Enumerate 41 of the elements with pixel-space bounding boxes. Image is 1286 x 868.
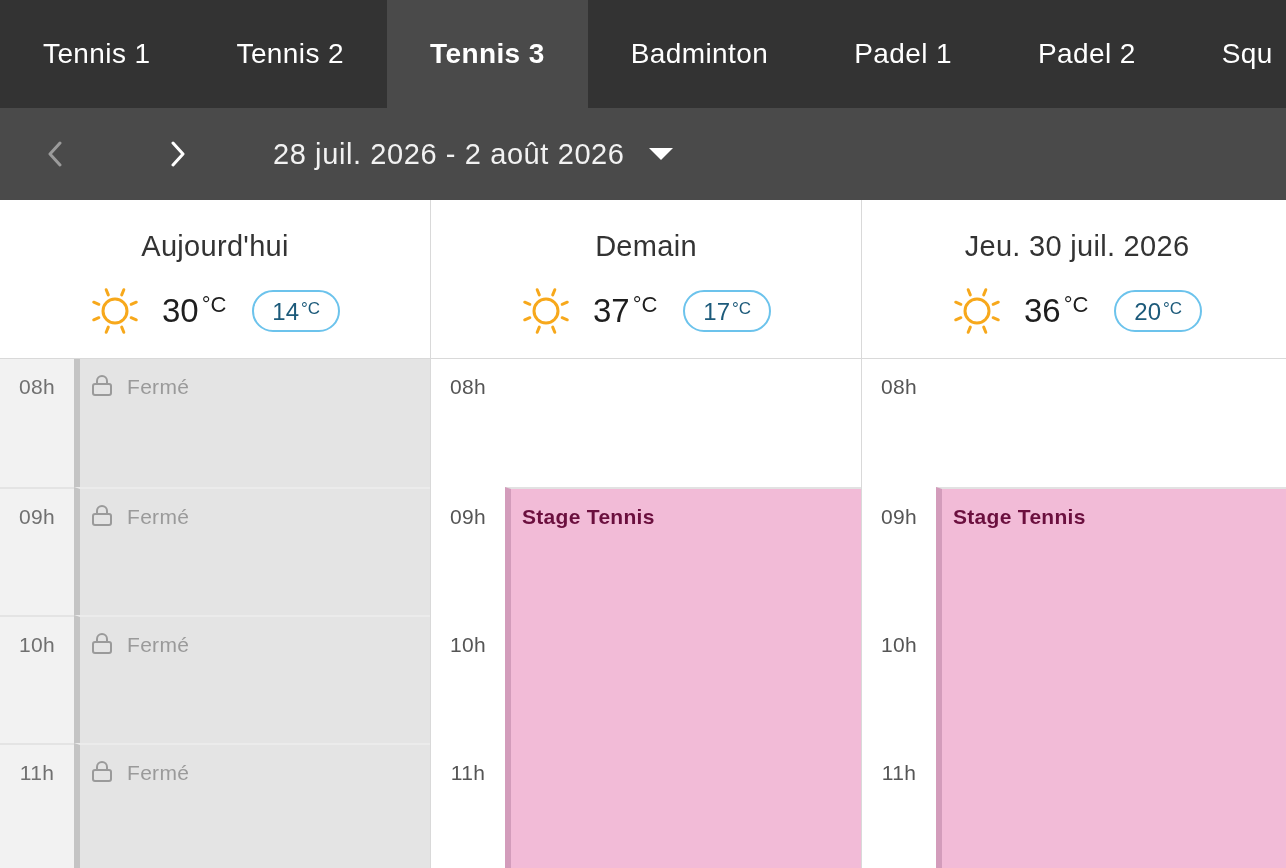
closed-label: Fermé	[127, 633, 190, 657]
chevron-right-icon	[171, 141, 185, 167]
lock-icon	[92, 375, 112, 396]
hour-label: 10h	[19, 632, 55, 658]
lock-icon	[92, 505, 112, 526]
court-tab[interactable]: Padel 1	[811, 0, 995, 108]
hour-label: 10h	[450, 632, 486, 658]
court-tab[interactable]: Tennis 2	[193, 0, 387, 108]
sun-icon	[89, 286, 140, 336]
event-title: Stage Tennis	[522, 505, 655, 528]
closed-label: Fermé	[127, 505, 190, 529]
event-title: Stage Tennis	[953, 505, 1086, 528]
court-tab[interactable]: Padel 2	[994, 0, 1179, 108]
hour-label: 08h	[450, 374, 486, 400]
lock-icon	[92, 761, 112, 782]
court-tab[interactable]: Tennis 3	[387, 0, 588, 108]
hour-label: 10h	[881, 632, 917, 658]
court-tab[interactable]: Badminton	[587, 0, 812, 108]
court-tab[interactable]: Tennis 1	[0, 0, 194, 108]
event-block[interactable]: Stage Tennis	[936, 487, 1286, 868]
closed-label: Fermé	[127, 761, 190, 785]
hour-label: 08h	[19, 374, 55, 400]
chevron-left-icon	[48, 141, 62, 167]
date-range-dropdown[interactable]: 28 juil. 2026 - 2 août 2026	[273, 137, 673, 171]
day-title: Jeu. 30 juil. 2026	[964, 229, 1190, 263]
closed-label: Fermé	[127, 375, 190, 399]
hour-label: 09h	[881, 504, 917, 530]
hour-label: 11h	[450, 760, 486, 786]
hour-label: 09h	[19, 504, 55, 530]
hour-label: 08h	[881, 374, 917, 400]
sun-icon	[520, 286, 571, 336]
court-tab[interactable]: Squ	[1178, 0, 1286, 108]
hour-label: 11h	[881, 760, 917, 786]
sun-icon	[951, 286, 1002, 336]
hour-label: 11h	[19, 760, 55, 786]
event-block[interactable]: Stage Tennis	[505, 487, 861, 868]
day-title: Demain	[595, 229, 697, 263]
caret-icon	[648, 148, 673, 160]
lock-icon	[92, 633, 112, 654]
hour-label: 09h	[450, 504, 486, 530]
day-title: Aujourd'hui	[141, 229, 289, 263]
